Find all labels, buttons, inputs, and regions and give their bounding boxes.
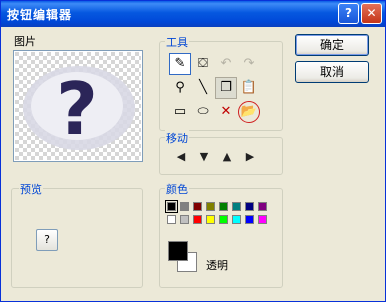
preview-group	[11, 188, 143, 288]
button-editor-window: 按钮编辑器 ? ✕ 图片 ? 预览 ? 工具 ✎ ⛋ ↶ ↷ ⚲ ╲ ❐ 📋 ▭ ⬭ ✕ 📂 移动 ◀	[0, 0, 386, 302]
close-button[interactable]: ✕	[361, 3, 382, 24]
picture-glyph: ?	[56, 67, 98, 151]
move-right-button[interactable]: ▶	[242, 149, 258, 165]
undo-icon: ↶	[220, 56, 232, 71]
cancel-button[interactable]: 取消	[295, 61, 369, 83]
copy-icon[interactable]: ❐	[215, 77, 237, 99]
move-down-button[interactable]: ▼	[196, 149, 212, 165]
window-title: 按钮编辑器	[7, 8, 73, 22]
transparent-label: 透明	[205, 257, 229, 273]
color-swatch[interactable]	[232, 215, 241, 224]
rectangle-icon[interactable]: ▭	[169, 101, 191, 123]
title-bar: 按钮编辑器 ? ✕	[1, 1, 385, 27]
foreground-color[interactable]	[168, 241, 188, 261]
color-swatch[interactable]	[193, 202, 202, 211]
paste-icon[interactable]: 📋	[238, 77, 260, 99]
color-swatch[interactable]	[258, 215, 267, 224]
move-left-button[interactable]: ◀	[173, 149, 189, 165]
line-icon[interactable]: ╲	[192, 77, 214, 99]
picture-canvas[interactable]: ?	[15, 52, 141, 160]
preview-button[interactable]: ?	[36, 229, 58, 251]
picture-editor[interactable]: ?	[13, 50, 143, 162]
help-button[interactable]: ?	[338, 3, 359, 24]
ok-button[interactable]: 确定	[295, 34, 369, 56]
color-swatch[interactable]	[206, 215, 215, 224]
redo-icon: ↷	[243, 56, 255, 71]
color-swatch[interactable]	[180, 215, 189, 224]
color-swatch[interactable]	[245, 202, 254, 211]
color-swatch[interactable]	[206, 202, 215, 211]
preview-label: 预览	[19, 181, 43, 197]
color-swatch[interactable]	[232, 202, 241, 211]
eyedropper-icon[interactable]: ⚲	[169, 77, 191, 99]
color-swatch[interactable]	[258, 202, 267, 211]
fill-bucket-icon[interactable]: ⛋	[192, 53, 214, 75]
color-swatch[interactable]	[180, 202, 189, 211]
color-swatch[interactable]	[193, 215, 202, 224]
color-swatch[interactable]	[165, 200, 178, 213]
open-icon[interactable]: 📂	[238, 101, 260, 123]
color-swatch[interactable]	[219, 215, 228, 224]
ellipse-icon[interactable]: ⬭	[192, 101, 214, 123]
color-swatch[interactable]	[245, 215, 254, 224]
colors-label: 颜色	[165, 181, 189, 197]
clear-icon[interactable]: ✕	[215, 101, 237, 123]
move-label: 移动	[165, 130, 189, 146]
tools-label: 工具	[165, 34, 189, 50]
color-swatch[interactable]	[167, 215, 176, 224]
picture-label: 图片	[13, 33, 37, 49]
move-up-button[interactable]: ▲	[219, 149, 235, 165]
pencil-icon[interactable]: ✎	[169, 53, 191, 75]
color-swatch[interactable]	[219, 202, 228, 211]
